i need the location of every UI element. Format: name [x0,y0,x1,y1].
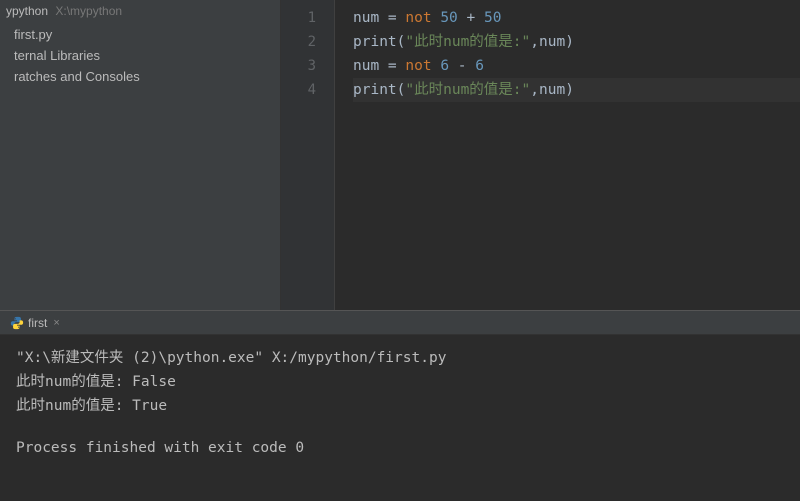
code-line: print("此时num的值是:",num) [353,30,800,54]
code-line: num = not 50 + 50 [353,6,800,30]
python-icon [10,316,24,330]
run-tab-label: first [28,316,47,330]
editor-gutter: 1 2 3 4 [281,0,335,310]
console-line: "X:\新建文件夹 (2)\python.exe" X:/mypython/fi… [16,347,784,369]
tree-item-label: first.py [14,27,52,42]
code-editor[interactable]: num = not 50 + 50print("此时num的值是:",num)n… [335,0,800,310]
console-line: 此时num的值是: False [16,371,784,393]
run-tab[interactable]: first × [4,314,66,332]
tree-item-label: ratches and Consoles [14,69,140,84]
code-line: num = not 6 - 6 [353,54,800,78]
project-tree: first.py ternal Libraries ratches and Co… [0,22,280,89]
project-sidebar: ypython X:\mypython first.py ternal Libr… [0,0,281,310]
tree-item-file[interactable]: first.py [0,24,280,45]
console-line: Process finished with exit code 0 [16,437,784,459]
run-panel: first × "X:\新建文件夹 (2)\python.exe" X:/myp… [0,310,800,501]
project-path: X:\mypython [55,4,122,18]
console-output[interactable]: "X:\新建文件夹 (2)\python.exe" X:/mypython/fi… [0,335,800,501]
run-tab-bar: first × [0,311,800,335]
top-area: ypython X:\mypython first.py ternal Libr… [0,0,800,310]
close-icon[interactable]: × [53,317,59,329]
code-line: print("此时num的值是:",num) [353,78,800,102]
tree-item-libraries[interactable]: ternal Libraries [0,45,280,66]
line-number: 4 [281,78,334,102]
tree-item-label: ternal Libraries [14,48,100,63]
tree-item-scratches[interactable]: ratches and Consoles [0,66,280,87]
console-line: 此时num的值是: True [16,395,784,417]
project-name: ypython [6,4,48,18]
editor-area: 1 2 3 4 num = not 50 + 50print("此时num的值是… [281,0,800,310]
line-number: 2 [281,30,334,54]
line-number: 3 [281,54,334,78]
project-header[interactable]: ypython X:\mypython [0,0,280,22]
line-number: 1 [281,6,334,30]
